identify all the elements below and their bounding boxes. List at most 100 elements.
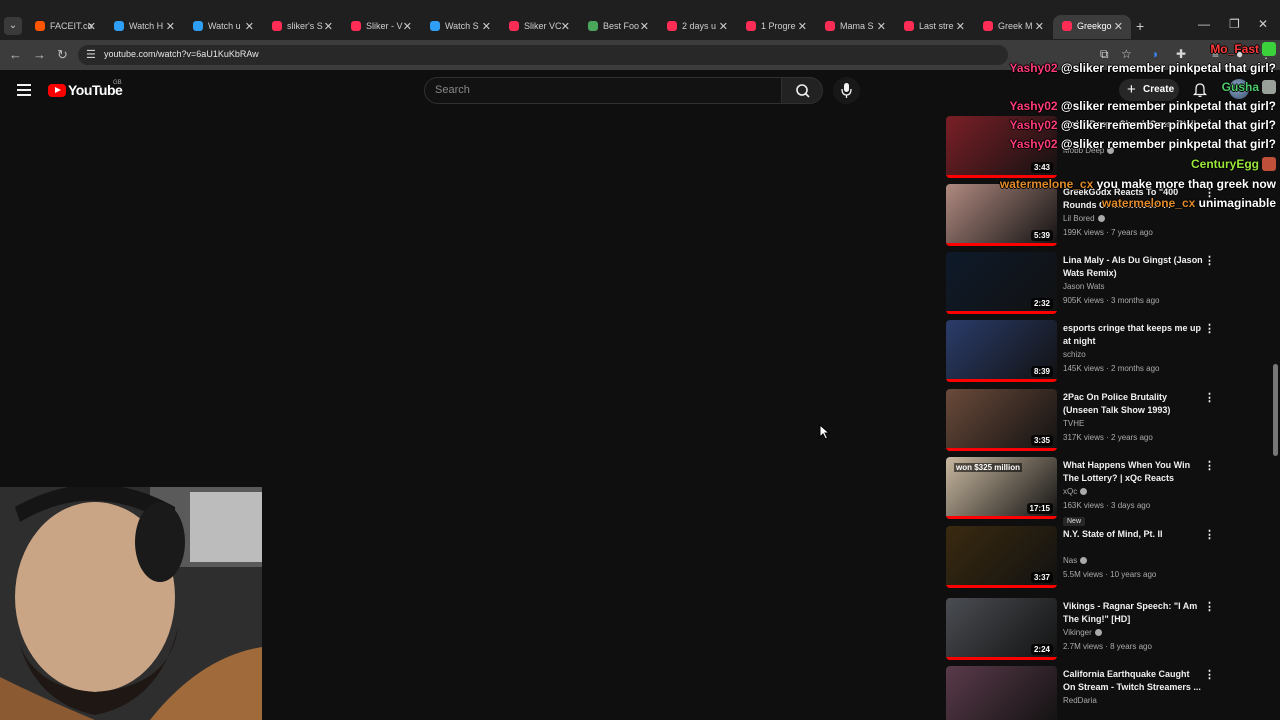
- maximize-icon[interactable]: ❐: [1229, 17, 1240, 31]
- tab-close-icon[interactable]: ✕: [324, 20, 333, 33]
- video-thumbnail[interactable]: won $325 million 17:15: [946, 457, 1057, 519]
- browser-tab[interactable]: Greek M ✕: [974, 15, 1052, 39]
- browser-tab[interactable]: Sliker VC ✕: [500, 15, 578, 39]
- tab-close-icon[interactable]: ✕: [1114, 20, 1123, 33]
- create-button[interactable]: + Create: [1119, 79, 1179, 101]
- tab-close-icon[interactable]: ✕: [1035, 20, 1044, 33]
- tab-close-icon[interactable]: ✕: [166, 20, 175, 33]
- video-thumbnail[interactable]: 2:24: [946, 598, 1057, 660]
- recommended-video[interactable]: 2:32 Lina Maly - Als Du Gingst (Jason Wat…: [946, 252, 1266, 318]
- chat-message: Yashy02 @sliker remember pinkpetal that …: [1010, 61, 1276, 75]
- browser-tab[interactable]: 2 days u ✕: [658, 15, 736, 39]
- guide-menu-icon[interactable]: [17, 84, 31, 99]
- more-actions-icon[interactable]: ⋮: [1204, 254, 1215, 267]
- extensions-puzzle-icon[interactable]: ✚: [1176, 47, 1186, 61]
- tab-close-icon[interactable]: ✕: [719, 20, 728, 33]
- tab-close-icon[interactable]: ✕: [482, 20, 491, 33]
- browser-tab[interactable]: Watch H ✕: [105, 15, 183, 39]
- channel-name[interactable]: Lil Bored: [1063, 214, 1105, 223]
- chat-message: Yashy02 @sliker remember pinkpetal that …: [1010, 99, 1276, 113]
- browser-tab[interactable]: sliker's S ✕: [263, 15, 341, 39]
- tab-favicon-icon: [193, 21, 203, 31]
- back-arrow-icon[interactable]: ←: [9, 47, 22, 62]
- more-actions-icon[interactable]: ⋮: [1204, 322, 1215, 335]
- channel-name[interactable]: TVHE: [1063, 419, 1084, 428]
- video-title[interactable]: esports cringe that keeps me up at night: [1063, 322, 1203, 348]
- recommended-video[interactable]: won $325 million 17:15 What Happens When Y…: [946, 457, 1266, 526]
- channel-name[interactable]: Vikinger: [1063, 628, 1102, 637]
- address-bar[interactable]: ☰ youtube.com/watch?v=6aU1KuKbRAw: [78, 45, 1008, 65]
- scrollbar-thumb[interactable]: [1273, 364, 1278, 456]
- channel-name[interactable]: xQc: [1063, 487, 1088, 496]
- channel-name[interactable]: RedDaria: [1063, 696, 1097, 705]
- watch-progress-bar: [946, 448, 1057, 451]
- search-button[interactable]: [781, 77, 823, 104]
- video-title[interactable]: Lina Maly - Als Du Gingst (Jason Wats Re…: [1063, 254, 1203, 280]
- browser-tab[interactable]: Watch u ✕: [184, 15, 262, 39]
- browser-tab[interactable]: 1 Progre ✕: [737, 15, 815, 39]
- tab-close-icon[interactable]: ✕: [245, 20, 254, 33]
- new-tab-plus-icon[interactable]: +: [1136, 18, 1144, 34]
- tab-close-icon[interactable]: ✕: [798, 20, 807, 33]
- recommended-video[interactable]: 2:24 Vikings - Ragnar Speech: "I Am The K…: [946, 598, 1266, 664]
- microphone-icon: [841, 83, 852, 98]
- video-title[interactable]: Vikings - Ragnar Speech: "I Am The King!…: [1063, 600, 1203, 626]
- tab-close-icon[interactable]: ✕: [561, 20, 570, 33]
- bookmark-star-icon[interactable]: ☆: [1121, 47, 1132, 61]
- more-actions-icon[interactable]: ⋮: [1204, 391, 1215, 404]
- video-title[interactable]: What Happens When You Win The Lottery? |…: [1063, 459, 1203, 485]
- browser-tab[interactable]: Sliker - V ✕: [342, 15, 420, 39]
- browser-tab[interactable]: Watch S ✕: [421, 15, 499, 39]
- video-thumbnail[interactable]: 3:35: [946, 389, 1057, 451]
- tab-close-icon[interactable]: ✕: [956, 20, 965, 33]
- tab-close-icon[interactable]: ✕: [403, 20, 412, 33]
- site-info-icon[interactable]: ☰: [86, 49, 98, 61]
- recommended-video[interactable]: 3:37 N.Y. State of Mind, Pt. II Nas 5.5M vi…: [946, 526, 1266, 592]
- browser-tab[interactable]: Last stre ✕: [895, 15, 973, 39]
- browser-tab[interactable]: Best Foo ✕: [579, 15, 657, 39]
- minimize-icon[interactable]: —: [1198, 17, 1210, 31]
- chat-message: Yashy02 @sliker remember pinkpetal that …: [1010, 137, 1276, 151]
- video-thumbnail[interactable]: [946, 666, 1057, 720]
- browser-tab[interactable]: Greekgo ✕: [1053, 15, 1131, 39]
- recommended-video[interactable]: California Earthquake Caught On Stream -…: [946, 666, 1266, 720]
- extension-icon[interactable]: ◗: [1152, 47, 1159, 61]
- channel-name[interactable]: Nas: [1063, 556, 1088, 565]
- channel-name[interactable]: Jason Wats: [1063, 282, 1105, 291]
- reload-icon[interactable]: ↻: [57, 47, 68, 63]
- recommended-video[interactable]: 5:39 GreekGodx Reacts To "400 Rounds Of B…: [946, 184, 1266, 250]
- chat-emote-icon: [1262, 157, 1276, 171]
- forward-arrow-icon[interactable]: →: [33, 47, 46, 62]
- browser-tab[interactable]: Mama S ✕: [816, 15, 894, 39]
- video-meta: 5.5M views · 10 years ago: [1063, 570, 1157, 579]
- tab-close-icon[interactable]: ✕: [87, 20, 96, 33]
- close-window-icon[interactable]: ✕: [1258, 17, 1268, 31]
- more-actions-icon[interactable]: ⋮: [1204, 668, 1215, 681]
- tab-close-icon[interactable]: ✕: [877, 20, 886, 33]
- tab-close-icon[interactable]: ✕: [640, 20, 649, 33]
- channel-name[interactable]: schizo: [1063, 350, 1086, 359]
- video-thumbnail[interactable]: 2:32: [946, 252, 1057, 314]
- watch-progress-bar: [946, 311, 1057, 314]
- voice-search-button[interactable]: [833, 77, 860, 104]
- search-input[interactable]: Search: [424, 77, 783, 104]
- video-thumbnail[interactable]: 5:39: [946, 184, 1057, 246]
- install-app-icon[interactable]: ⧉: [1100, 47, 1109, 62]
- more-actions-icon[interactable]: ⋮: [1204, 459, 1215, 472]
- chat-username: Yashy02: [1009, 137, 1058, 151]
- more-actions-icon[interactable]: ⋮: [1204, 600, 1215, 613]
- video-title[interactable]: 2Pac On Police Brutality (Unseen Talk Sh…: [1063, 391, 1203, 417]
- browser-tab[interactable]: FACEIT.co ✕: [26, 15, 104, 39]
- video-thumbnail[interactable]: 8:39: [946, 320, 1057, 382]
- video-thumbnail[interactable]: 3:37: [946, 526, 1057, 588]
- chat-message: watermelone_cx unimaginable: [1102, 196, 1276, 210]
- video-title[interactable]: California Earthquake Caught On Stream -…: [1063, 668, 1203, 694]
- video-title[interactable]: N.Y. State of Mind, Pt. II: [1063, 528, 1203, 541]
- recommended-video[interactable]: 8:39 esports cringe that keeps me up at n…: [946, 320, 1266, 386]
- tab-search-chevron-icon[interactable]: ⌄: [4, 17, 22, 35]
- more-actions-icon[interactable]: ⋮: [1204, 528, 1215, 541]
- video-meta: 317K views · 2 years ago: [1063, 433, 1153, 442]
- recommended-video[interactable]: 3:35 2Pac On Police Brutality (Unseen Tal…: [946, 389, 1266, 455]
- chat-text: unimaginable: [1195, 196, 1276, 210]
- tab-favicon-icon: [746, 21, 756, 31]
